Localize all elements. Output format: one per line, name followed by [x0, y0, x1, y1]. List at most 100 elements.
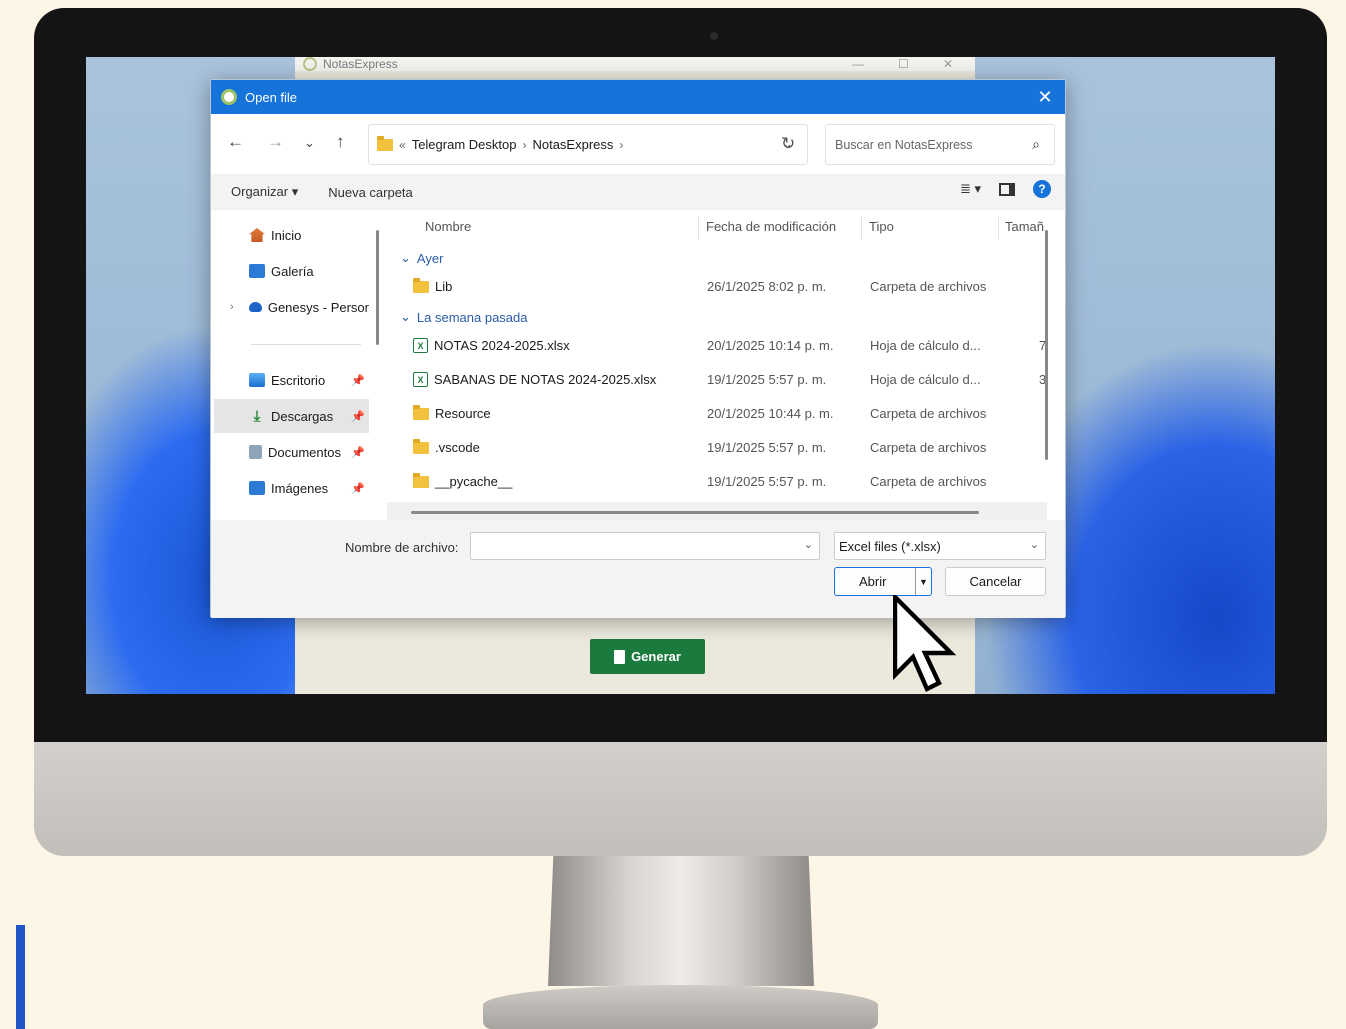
- file-name: Resource: [435, 406, 491, 421]
- desktop-icon: [249, 373, 265, 387]
- breadcrumb-chevron-icon: ›: [522, 137, 527, 152]
- sidebar-item-label: Documentos: [268, 444, 341, 460]
- generate-button[interactable]: Generar: [590, 639, 705, 674]
- table-row[interactable]: Lib 26/1/2025 8:02 p. m. Carpeta de arch…: [387, 272, 1047, 302]
- breadcrumb-chevron-icon: ›: [619, 137, 624, 152]
- filetype-select[interactable]: Excel files (*.xlsx) ⌄: [834, 532, 1046, 560]
- file-date: 19/1/2025 5:57 p. m.: [707, 474, 827, 489]
- column-divider[interactable]: [698, 216, 699, 240]
- breadcrumb-telegram-desktop[interactable]: Telegram Desktop: [412, 137, 517, 152]
- monitor-stand-neck: [548, 856, 814, 986]
- column-divider[interactable]: [861, 216, 862, 240]
- excel-icon: X: [413, 338, 428, 353]
- gallery-icon: [249, 264, 265, 278]
- sidebar-item-descargas[interactable]: ⤓ Descargas 📌: [214, 399, 369, 433]
- back-arrow-icon[interactable]: ←: [227, 132, 244, 152]
- filename-input[interactable]: ⌄: [470, 532, 820, 560]
- file-name: Lib: [435, 279, 453, 294]
- group-label: La semana pasada: [416, 309, 528, 325]
- document-icon: [614, 649, 626, 664]
- expand-chevron-icon[interactable]: ›: [230, 301, 234, 313]
- address-bar[interactable]: « Telegram Desktop › NotasExpress › ⌄: [368, 124, 808, 165]
- dialog-close-icon[interactable]: ✕: [1025, 80, 1065, 114]
- desktop-screen: NotasExpress — ☐ ✕ Generar Open file ✕ ←…: [86, 57, 1275, 694]
- refresh-icon[interactable]: ↻: [781, 134, 795, 154]
- organize-label: Organizar: [231, 184, 289, 199]
- search-icon[interactable]: ⌕: [1032, 136, 1040, 153]
- new-folder-button[interactable]: Nueva carpeta: [328, 185, 413, 200]
- up-arrow-icon[interactable]: ↑: [336, 132, 345, 152]
- breadcrumb-overflow[interactable]: «: [399, 138, 406, 152]
- minimize-icon[interactable]: —: [852, 57, 864, 71]
- file-date: 26/1/2025 8:02 p. m.: [707, 279, 827, 294]
- table-row[interactable]: .vscode 19/1/2025 5:57 p. m. Carpeta de …: [387, 433, 1047, 463]
- vertical-scrollbar[interactable]: [1045, 230, 1048, 460]
- dialog-title: Open file: [245, 89, 298, 105]
- filetype-value: Excel files (*.xlsx): [839, 538, 941, 554]
- close-icon[interactable]: ✕: [943, 57, 953, 71]
- horizontal-scrollbar-track[interactable]: [387, 502, 1047, 520]
- file-date: 19/1/2025 5:57 p. m.: [707, 440, 827, 455]
- file-name: SABANAS DE NOTAS 2024-2025.xlsx: [434, 372, 657, 387]
- cloud-icon: [249, 302, 262, 312]
- table-row[interactable]: Resource 20/1/2025 10:44 p. m. Carpeta d…: [387, 399, 1047, 429]
- cancel-button[interactable]: Cancelar: [945, 567, 1046, 596]
- app-logo-icon: [221, 89, 237, 105]
- breadcrumb-notasexpress[interactable]: NotasExpress: [532, 137, 613, 152]
- monitor-chin: [34, 742, 1327, 856]
- sidebar-item-label: Inicio: [271, 227, 302, 243]
- decorative-accent-bar: [16, 925, 25, 1029]
- organize-button[interactable]: Organizar ▾: [231, 184, 298, 200]
- sidebar-item-imagenes[interactable]: Imágenes 📌: [214, 471, 369, 505]
- folder-icon: [413, 438, 429, 454]
- chevron-down-icon[interactable]: ⌄: [1030, 538, 1039, 551]
- search-placeholder: Buscar en NotasExpress: [835, 137, 973, 152]
- dialog-titlebar: Open file ✕: [211, 80, 1065, 114]
- file-date: 20/1/2025 10:14 p. m.: [707, 338, 834, 353]
- group-header-la-semana-pasada[interactable]: ⌄ La semana pasada: [400, 309, 528, 325]
- home-icon: [249, 228, 265, 242]
- open-file-dialog: Open file ✕ ← → ⌄ ↑ « Telegram Desktop ›…: [210, 79, 1066, 618]
- column-divider[interactable]: [998, 216, 999, 240]
- sidebar-item-documentos[interactable]: Documentos 📌: [214, 435, 369, 469]
- view-options-icon[interactable]: ≣ ▾: [960, 181, 981, 197]
- column-header-type[interactable]: Tipo: [869, 210, 894, 242]
- sidebar-item-inicio[interactable]: Inicio: [214, 218, 369, 252]
- download-icon: ⤓: [253, 407, 261, 425]
- file-type: Carpeta de archivos: [870, 440, 987, 455]
- chevron-down-icon[interactable]: ⌄: [804, 538, 813, 551]
- column-header-name[interactable]: Nombre: [425, 210, 471, 242]
- file-date: 19/1/2025 5:57 p. m.: [707, 372, 827, 387]
- help-icon[interactable]: ?: [1033, 180, 1051, 198]
- group-header-ayer[interactable]: ⌄ Ayer: [400, 250, 443, 266]
- excel-icon: X: [413, 372, 428, 387]
- recent-chevron-icon[interactable]: ⌄: [304, 135, 315, 151]
- open-split-dropdown-icon[interactable]: ▼: [915, 568, 931, 595]
- preview-pane-icon[interactable]: [999, 182, 1015, 196]
- open-label: Abrir: [859, 574, 887, 589]
- pin-icon: 📌: [351, 374, 365, 387]
- sidebar-item-label: Descargas: [271, 408, 334, 424]
- sidebar-item-galeria[interactable]: Galería: [214, 254, 369, 288]
- group-label: Ayer: [416, 250, 444, 266]
- monitor-stand-base: [483, 985, 878, 1029]
- file-type: Carpeta de archivos: [870, 406, 987, 421]
- column-header-date[interactable]: Fecha de modificación: [706, 210, 836, 242]
- horizontal-scrollbar[interactable]: [411, 511, 979, 514]
- table-row[interactable]: __pycache__ 19/1/2025 5:57 p. m. Carpeta…: [387, 467, 1047, 497]
- sidebar-item-escritorio[interactable]: Escritorio 📌: [214, 363, 369, 397]
- sidebar-item-label: Escritorio: [271, 372, 326, 388]
- camera-dot: [710, 32, 718, 40]
- table-row[interactable]: X NOTAS 2024-2025.xlsx 20/1/2025 10:14 p.…: [387, 331, 1047, 361]
- app-titlebar: NotasExpress — ☐ ✕: [295, 57, 975, 71]
- forward-arrow-icon[interactable]: →: [267, 132, 284, 152]
- column-header-size[interactable]: Tamañ: [1005, 210, 1044, 242]
- sidebar-divider: [251, 344, 361, 345]
- maximize-icon[interactable]: ☐: [898, 57, 909, 71]
- sidebar-item-label: Imágenes: [271, 480, 329, 496]
- open-button[interactable]: Abrir ▼: [834, 567, 932, 596]
- table-row[interactable]: X SABANAS DE NOTAS 2024-2025.xlsx 19/1/20…: [387, 365, 1047, 395]
- sidebar-scrollbar[interactable]: [376, 230, 379, 345]
- search-input[interactable]: Buscar en NotasExpress ⌕: [825, 124, 1055, 165]
- sidebar-item-genesys[interactable]: › Genesys - Persor: [214, 290, 369, 324]
